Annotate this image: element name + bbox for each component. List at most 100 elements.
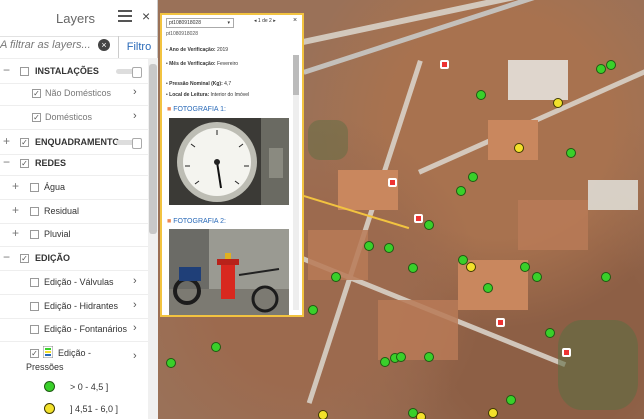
map-marker[interactable]	[456, 186, 466, 196]
field-ano: • Ano de Verificação: 2019	[166, 47, 229, 53]
layer-edicao-valvulas[interactable]: Edição - Válvulas ›	[0, 269, 148, 295]
checkbox[interactable]	[30, 302, 39, 311]
map-marker[interactable]	[506, 395, 516, 405]
checkbox[interactable]	[30, 230, 39, 239]
panel-scrollbar[interactable]	[148, 58, 158, 419]
menu-icon[interactable]	[118, 10, 132, 22]
field-pressao: • Pressão Nominal (Kg): 4,7	[166, 81, 232, 87]
map-marker[interactable]	[384, 243, 394, 253]
map-marker[interactable]	[408, 263, 418, 273]
map-marker[interactable]	[308, 305, 318, 315]
opacity-slider[interactable]	[116, 67, 142, 78]
layer-edicao-pressoes[interactable]: ✓ Edição - Pressões ›	[0, 340, 148, 374]
chevron-right-icon[interactable]: ›	[133, 275, 137, 287]
map-marker[interactable]	[488, 408, 498, 418]
map-marker[interactable]	[396, 352, 406, 362]
map-marker-red[interactable]	[496, 318, 505, 327]
clear-icon[interactable]: ×	[98, 39, 110, 51]
map-marker[interactable]	[380, 357, 390, 367]
chevron-right-icon[interactable]: ›	[133, 322, 137, 334]
layer-edicao[interactable]: − ✓ EDIÇÃO	[0, 245, 148, 271]
green-dot-icon	[44, 381, 55, 392]
layer-redes[interactable]: − ✓ REDES	[0, 150, 148, 176]
field-mes: • Mês de Verificação: Fevereiro	[166, 61, 239, 67]
panel-title: Layers	[56, 11, 96, 26]
next-icon[interactable]: ▸	[273, 18, 276, 24]
filter-input[interactable]: A filtrar as layers...	[0, 39, 96, 51]
close-icon[interactable]: ×	[293, 17, 297, 24]
map-marker[interactable]	[424, 220, 434, 230]
checkbox[interactable]: ✓	[20, 159, 29, 168]
checkbox[interactable]	[30, 325, 39, 334]
chevron-right-icon[interactable]: ›	[133, 86, 137, 98]
checkbox[interactable]: ✓	[30, 349, 39, 358]
legend-icon	[42, 345, 54, 359]
layer-agua[interactable]: + Água	[0, 174, 148, 200]
checkbox[interactable]	[30, 183, 39, 192]
layer-edicao-fontanarios[interactable]: Edição - Fontanários ›	[0, 316, 148, 342]
map-marker[interactable]	[331, 272, 341, 282]
map-marker[interactable]	[211, 342, 221, 352]
map-marker[interactable]	[364, 241, 374, 251]
filter-bar: A filtrar as layers... × Filtro	[0, 36, 158, 59]
checkbox[interactable]	[30, 278, 39, 287]
filter-button[interactable]: Filtro	[118, 36, 159, 58]
prev-icon[interactable]: ◂	[254, 18, 257, 24]
chevron-right-icon[interactable]: ›	[133, 110, 137, 122]
map-marker[interactable]	[318, 410, 328, 419]
panel-header: Layers ×	[0, 0, 157, 37]
map-marker[interactable]	[416, 412, 426, 419]
collapse-icon[interactable]: −	[3, 250, 10, 264]
layer-nao-domesticos[interactable]: ✓ Não Domésticos ›	[0, 80, 148, 106]
checkbox[interactable]: ✓	[20, 254, 29, 263]
feature-popup: pt1080918028 ▾ ◂ 1 de 2 ▸ × pt1080918028…	[160, 13, 304, 317]
map-marker[interactable]	[601, 272, 611, 282]
layer-domesticos[interactable]: ✓ Domésticos ›	[0, 104, 148, 130]
map-marker[interactable]	[514, 143, 524, 153]
map-marker[interactable]	[468, 172, 478, 182]
chevron-right-icon[interactable]: ›	[133, 299, 137, 311]
map-marker[interactable]	[476, 90, 486, 100]
close-icon[interactable]: ×	[142, 8, 150, 24]
map-marker[interactable]	[520, 262, 530, 272]
feature-selector[interactable]: pt1080918028 ▾	[166, 18, 234, 28]
layer-label: REDES	[35, 158, 67, 168]
expand-icon[interactable]: +	[3, 134, 10, 148]
map-marker[interactable]	[566, 148, 576, 158]
checkbox[interactable]: ✓	[20, 138, 29, 147]
pager-text: 1 de 2	[257, 18, 272, 24]
collapse-icon[interactable]: −	[3, 155, 10, 169]
layer-label: Domésticos	[45, 112, 93, 122]
map-marker[interactable]	[606, 60, 616, 70]
map-marker-red[interactable]	[562, 348, 571, 357]
chevron-right-icon[interactable]: ›	[133, 350, 137, 362]
checkbox[interactable]: ✓	[32, 89, 41, 98]
expand-icon[interactable]: +	[12, 179, 19, 193]
map-marker[interactable]	[596, 64, 606, 74]
opacity-slider[interactable]	[116, 138, 142, 149]
map-marker[interactable]	[483, 283, 493, 293]
map-marker-red[interactable]	[388, 178, 397, 187]
map-marker-red[interactable]	[414, 214, 423, 223]
popup-pager[interactable]: ◂ 1 de 2 ▸	[254, 18, 276, 24]
map-marker-red[interactable]	[440, 60, 449, 69]
photo-hydrant-bicycles[interactable]	[169, 229, 289, 315]
legend-label: ] 4,51 - 6,0 ]	[70, 404, 119, 414]
map-marker[interactable]	[424, 352, 434, 362]
map-marker[interactable]	[166, 358, 176, 368]
checkbox[interactable]: ✓	[32, 113, 41, 122]
map-marker[interactable]	[553, 98, 563, 108]
map-marker[interactable]	[545, 328, 555, 338]
checkbox[interactable]	[30, 207, 39, 216]
popup-scrollbar[interactable]	[293, 55, 299, 310]
checkbox[interactable]	[20, 67, 29, 76]
expand-icon[interactable]: +	[12, 226, 19, 240]
layer-pluvial[interactable]: + Pluvial	[0, 221, 148, 247]
expand-icon[interactable]: +	[12, 203, 19, 217]
layer-label: Edição - Válvulas	[44, 277, 114, 287]
photo-pressure-gauge[interactable]	[169, 118, 289, 205]
map-marker[interactable]	[532, 272, 542, 282]
map-marker[interactable]	[466, 262, 476, 272]
collapse-icon[interactable]: −	[3, 63, 10, 77]
layer-label: Residual	[44, 206, 80, 216]
